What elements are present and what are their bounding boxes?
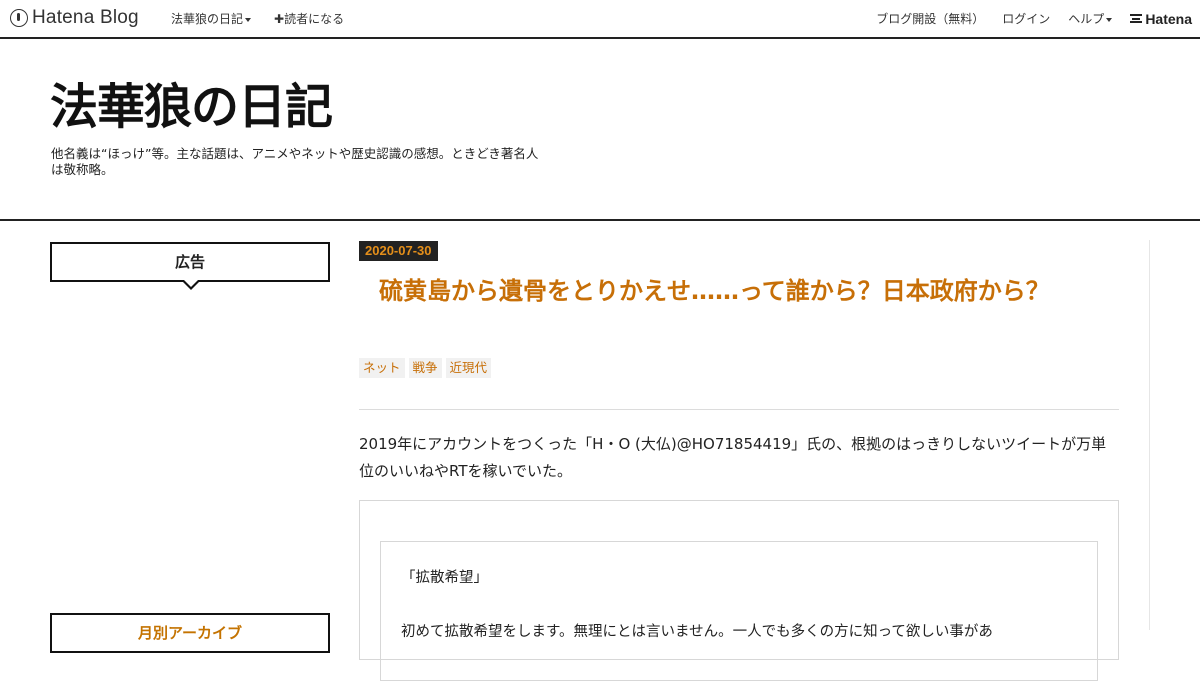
blog-description: 他名義は“ほっけ”等。主な話題は、アニメやネットや歴史認識の感想。ときどき著名人… bbox=[51, 146, 539, 177]
caret-down-icon bbox=[1106, 17, 1113, 22]
global-header: Hatena Blog 法華狼の日記 ✚読者になる ブログ開設（無料） ログイン… bbox=[0, 0, 1200, 39]
hatena-logo[interactable]: Hatena bbox=[1130, 11, 1192, 27]
blog-header: 法華狼の日記 他名義は“ほっけ”等。主な話題は、アニメやネットや歴史認識の感想。… bbox=[0, 39, 1200, 221]
hatena-logo-text: Hatena bbox=[1145, 10, 1192, 27]
entry-tag[interactable]: 戦争 bbox=[408, 358, 442, 378]
brand-text: Hatena Blog bbox=[32, 7, 139, 28]
caret-down-icon bbox=[245, 17, 252, 22]
subscribe-button[interactable]: ✚読者になる bbox=[274, 10, 344, 27]
open-blog-link[interactable]: ブログ開設（無料） bbox=[876, 10, 984, 27]
blog-title[interactable]: 法華狼の日記 bbox=[50, 81, 333, 134]
entry-title[interactable]: 硫黄島から遺骨をとりかえせ……って誰から？日本政府から？ bbox=[379, 275, 1079, 308]
quote-text: 初めて拡散希望をします。無理にとは言いません。一人でも多くの方に知って欲しい事が… bbox=[401, 624, 993, 640]
sidebar-ad-heading: 広告 bbox=[50, 242, 330, 290]
embedded-quote: 「拡散希望」 初めて拡散希望をします。無理にとは言いません。一人でも多くの方に知… bbox=[380, 541, 1098, 681]
hatena-blog-logo[interactable]: Hatena Blog bbox=[10, 7, 139, 29]
embedded-tweet[interactable]: 「拡散希望」 初めて拡散希望をします。無理にとは言いません。一人でも多くの方に知… bbox=[359, 500, 1119, 681]
blog-menu-label: 法華狼の日記 bbox=[171, 12, 244, 26]
help-label: ヘルプ bbox=[1068, 12, 1105, 26]
blog-menu[interactable]: 法華狼の日記 bbox=[171, 10, 252, 27]
quote-title: 「拡散希望」 bbox=[401, 570, 488, 586]
hatena-mark-icon bbox=[1130, 14, 1143, 23]
sidebar-archive-heading[interactable]: 月別アーカイブ bbox=[50, 613, 330, 653]
help-menu[interactable]: ヘルプ bbox=[1068, 10, 1113, 27]
entry-date[interactable]: 2020-07-30 bbox=[359, 241, 438, 261]
hatena-blog-icon bbox=[10, 9, 28, 27]
entry-tags: ネット 戦争 近現代 bbox=[359, 358, 492, 378]
content-border bbox=[1149, 240, 1150, 630]
entry-divider bbox=[359, 409, 1119, 410]
entry-tag[interactable]: ネット bbox=[359, 358, 405, 378]
login-link[interactable]: ログイン bbox=[1002, 10, 1050, 27]
entry-tag[interactable]: 近現代 bbox=[445, 358, 492, 378]
entry-body-paragraph: 2019年にアカウントをつくった「H・O (大仏)@HO71854419」氏の、… bbox=[359, 435, 1107, 480]
